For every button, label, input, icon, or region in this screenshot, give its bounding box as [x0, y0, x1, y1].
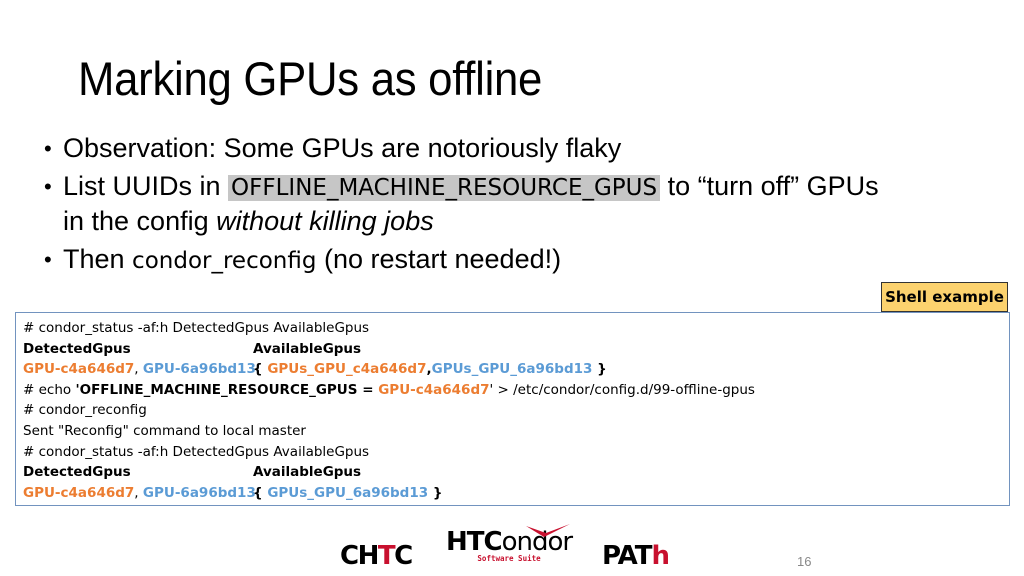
- slide-title: Marking GPUs as offline: [78, 52, 543, 105]
- bullet-text: to “turn off” GPUs: [660, 171, 879, 201]
- column-header: DetectedGpus: [23, 464, 131, 481]
- echo-prefix: # echo: [23, 381, 76, 398]
- logo-text: h: [651, 541, 670, 571]
- gpu-id: GPU-c4a646d7: [23, 361, 135, 378]
- condor-bird-icon: [526, 524, 570, 537]
- footer-logos: CHTC HTCondor Software Suite PATh: [340, 524, 680, 572]
- available-gpu: GPUs_GPU_c4a646d7: [267, 361, 427, 378]
- gpu-id: GPU-6a96bd13: [142, 361, 256, 378]
- bullet-list: • Observation: Some GPUs are notoriously…: [44, 132, 1004, 283]
- config-knob-name: OFFLINE_MACHINE_RESOURCE_GPUS: [228, 175, 661, 201]
- logo-text: C: [394, 541, 413, 571]
- brace: }: [428, 484, 443, 501]
- shell-line: GPU-c4a646d7, GPU-6a96bd13{ GPUs_GPU_c4a…: [23, 359, 1009, 380]
- page-number: 16: [797, 554, 812, 569]
- shell-line: DetectedGpus AvailableGpus: [23, 339, 1009, 360]
- available-gpu: GPUs_GPU_6a96bd13: [431, 361, 593, 378]
- command-name: condor_reconfig: [132, 248, 317, 274]
- shell-line: # condor_reconfig: [23, 402, 147, 419]
- bullet-text: Observation: Some GPUs are notoriously f…: [63, 133, 622, 163]
- shell-example-box: # condor_status -af:h DetectedGpus Avail…: [15, 312, 1010, 506]
- bullet-text: List UUIDs in: [63, 171, 229, 201]
- logo-text: PAT: [602, 541, 653, 571]
- bullet-dot-icon: •: [44, 136, 52, 161]
- shell-example-tag: Shell example: [881, 282, 1008, 312]
- gpu-id: GPU-c4a646d7: [378, 381, 490, 398]
- shell-line: DetectedGpus AvailableGpus: [23, 462, 1009, 483]
- echo-target: ' > /etc/condor/config.d/99-offline-gpus: [489, 381, 755, 398]
- column-header: AvailableGpus: [253, 464, 362, 481]
- bullet-emphasis: without killing jobs: [216, 206, 434, 236]
- logo-text: CH: [340, 541, 379, 571]
- bullet-dot-icon: •: [44, 174, 52, 199]
- htcondor-logo: HTCondor Software Suite: [446, 524, 573, 563]
- bullet-text: Then: [63, 244, 133, 274]
- bullet-reconfig: • Then condor_reconfig (no restart neede…: [44, 243, 1004, 278]
- bullet-list-uuids: • List UUIDs in OFFLINE_MACHINE_RESOURCE…: [44, 170, 1004, 238]
- shell-line: # condor_status -af:h DetectedGpus Avail…: [23, 443, 370, 460]
- echo-key: 'OFFLINE_MACHINE_RESOURCE_GPUS =: [75, 381, 379, 398]
- brace: }: [592, 361, 607, 378]
- bullet-observation: • Observation: Some GPUs are notoriously…: [44, 132, 1004, 165]
- separator: ,: [134, 361, 143, 378]
- separator: ,: [134, 484, 143, 501]
- column-header: AvailableGpus: [253, 340, 362, 357]
- shell-line: GPU-c4a646d7, GPU-6a96bd13{ GPUs_GPU_6a9…: [23, 483, 1009, 504]
- path-logo: PATh: [602, 541, 670, 571]
- bullet-text: in the config: [63, 206, 217, 236]
- column-header: DetectedGpus: [23, 340, 131, 357]
- shell-line: Sent "Reconfig" command to local master: [23, 422, 306, 439]
- gpu-id: GPU-c4a646d7: [23, 484, 135, 501]
- brace: {: [253, 361, 268, 378]
- available-gpu: GPUs_GPU_6a96bd13: [267, 484, 429, 501]
- chtc-logo: CHTC: [340, 541, 413, 571]
- logo-text: T: [377, 541, 396, 571]
- logo-text: HTC: [446, 527, 503, 557]
- shell-line: # condor_status -af:h DetectedGpus Avail…: [23, 320, 370, 336]
- shell-line: # echo 'OFFLINE_MACHINE_RESOURCE_GPUS = …: [23, 380, 1009, 401]
- brace: {: [253, 484, 268, 501]
- bullet-text: (no restart needed!): [316, 244, 562, 274]
- bullet-dot-icon: •: [44, 247, 52, 272]
- gpu-id: GPU-6a96bd13: [142, 484, 256, 501]
